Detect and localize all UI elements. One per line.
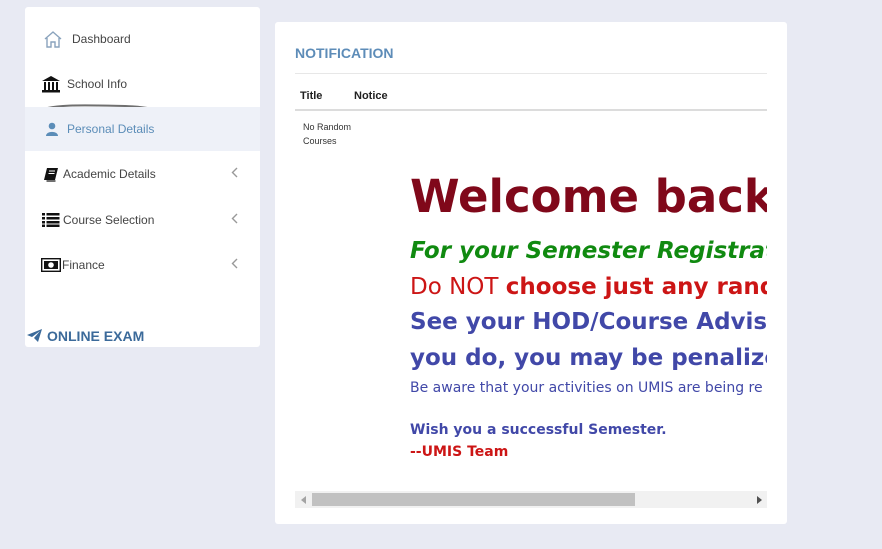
notice-line-warning: Do NOT choose just any rand	[410, 274, 767, 300]
sidebar-item-academic-details[interactable]: Academic Details	[25, 152, 260, 196]
sidebar-item-label: Course Selection	[63, 213, 155, 227]
sidebar-item-label: Academic Details	[63, 167, 156, 181]
sidebar-item-label: Finance	[62, 258, 105, 272]
notice-welcome: Welcome back!	[410, 170, 767, 223]
online-exam-label: ONLINE EXAM	[47, 328, 145, 344]
panel-title: NOTIFICATION	[295, 45, 394, 61]
notice-warning-emphasis: choose just any rand	[505, 274, 767, 300]
horizontal-scrollbar[interactable]	[295, 491, 767, 508]
divider	[295, 73, 767, 74]
sidebar-item-label: Dashboard	[72, 32, 131, 46]
column-header-title: Title	[300, 90, 323, 102]
notice-scroll-area[interactable]: Welcome back! For your Semester Registra…	[295, 111, 767, 491]
chevron-left-icon	[231, 167, 238, 181]
paper-plane-icon	[27, 329, 43, 343]
notice-line-penalty: you do, you may be penalize	[410, 345, 767, 371]
sidebar-item-course-selection[interactable]: Course Selection	[25, 198, 260, 242]
notice-line-registration: For your Semester Registrat	[410, 238, 767, 264]
scroll-left-button[interactable]	[295, 491, 312, 508]
scrollbar-thumb[interactable]	[312, 493, 635, 506]
caret-right-icon	[756, 495, 762, 504]
sidebar: Dashboard School Info Personal Details A…	[25, 7, 260, 347]
sidebar-item-label: School Info	[67, 77, 128, 91]
scroll-right-button[interactable]	[750, 491, 767, 508]
chevron-left-icon	[231, 213, 238, 227]
caret-left-icon	[300, 495, 306, 504]
sidebar-item-label: Personal Details	[67, 122, 155, 136]
notice-signature: --UMIS Team	[410, 444, 509, 460]
notice-line-advisor: See your HOD/Course Adviso	[410, 309, 767, 335]
notice-warning-prefix: Do NOT	[410, 274, 506, 300]
online-exam-link[interactable]: ONLINE EXAM	[27, 328, 144, 344]
book-icon	[42, 167, 60, 182]
sidebar-item-school-info[interactable]: School Info	[25, 62, 260, 106]
notice-line-wish: Wish you a successful Semester.	[410, 422, 667, 438]
sidebar-item-personal-details[interactable]: Personal Details	[25, 107, 260, 151]
column-header-notice: Notice	[354, 90, 388, 102]
list-icon	[42, 213, 60, 227]
notification-panel: NOTIFICATION Title Notice No Random Cour…	[275, 22, 787, 524]
home-icon	[42, 30, 64, 48]
bank-icon	[40, 75, 62, 93]
notice-line-monitoring: Be aware that your activities on UMIS ar…	[410, 380, 763, 396]
sidebar-item-dashboard[interactable]: Dashboard	[25, 17, 260, 61]
user-icon	[43, 122, 61, 136]
money-icon	[41, 258, 61, 272]
sidebar-item-finance[interactable]: Finance	[25, 243, 260, 287]
chevron-left-icon	[231, 258, 238, 272]
